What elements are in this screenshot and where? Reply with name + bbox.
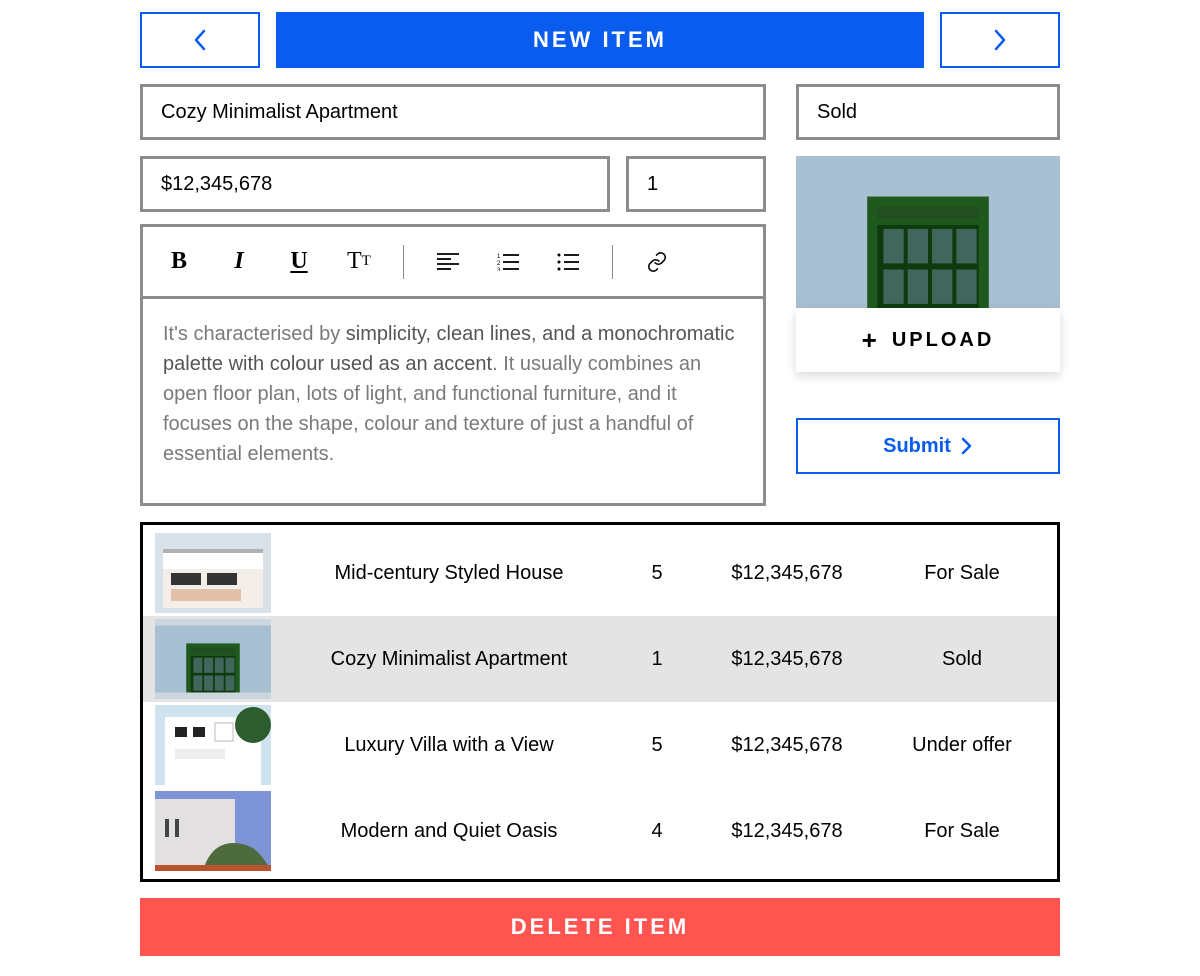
- row-price: $12,345,678: [687, 734, 887, 757]
- row-price: $12,345,678: [687, 648, 887, 671]
- toolbar-divider: [612, 245, 613, 279]
- editor-panel: B I U TT 123: [140, 84, 1060, 506]
- row-name: Mid-century Styled House: [271, 562, 627, 585]
- thumbnail-icon: [155, 619, 271, 699]
- title-field[interactable]: [140, 84, 766, 140]
- row-name: Modern and Quiet Oasis: [271, 820, 627, 843]
- row-name: Luxury Villa with a View: [271, 734, 627, 757]
- row-thumbnail: [155, 705, 271, 785]
- title-input[interactable]: [159, 100, 747, 125]
- thumbnail-icon: [155, 791, 271, 871]
- thumbnail-icon: [155, 705, 271, 785]
- row-status: For Sale: [887, 562, 1037, 585]
- row-name: Cozy Minimalist Apartment: [271, 648, 627, 671]
- top-nav: New Item: [140, 12, 1060, 68]
- chevron-left-icon: [193, 29, 207, 51]
- svg-text:1: 1: [497, 254, 501, 260]
- submit-button[interactable]: Submit: [796, 418, 1060, 474]
- delete-label: Delete Item: [511, 914, 689, 940]
- ordered-list-button[interactable]: 123: [496, 253, 520, 271]
- building-thumbnail-icon: [796, 156, 1060, 308]
- align-button[interactable]: [436, 253, 460, 271]
- table-row[interactable]: Modern and Quiet Oasis 4 $12,345,678 For…: [143, 788, 1057, 874]
- table-row[interactable]: Luxury Villa with a View 5 $12,345,678 U…: [143, 702, 1057, 788]
- upload-label: UPLOAD: [892, 329, 994, 352]
- description-content[interactable]: It's characterised by simplicity, clean …: [143, 299, 763, 503]
- quantity-field[interactable]: [626, 156, 766, 212]
- link-icon: [646, 251, 668, 273]
- items-list: Mid-century Styled House 5 $12,345,678 F…: [140, 522, 1060, 882]
- underline-button[interactable]: U: [287, 248, 311, 275]
- thumbnail-icon: [155, 533, 271, 613]
- description-text-prefix: It's characterised by: [163, 323, 346, 345]
- toolbar-divider: [403, 245, 404, 279]
- chevron-right-icon: [961, 437, 973, 455]
- prev-button[interactable]: [140, 12, 260, 68]
- status-field[interactable]: [796, 84, 1060, 140]
- status-input[interactable]: [815, 100, 1041, 125]
- row-status: Under offer: [887, 734, 1037, 757]
- italic-button[interactable]: I: [227, 248, 251, 275]
- textsize-button[interactable]: TT: [347, 248, 371, 275]
- new-item-label: New Item: [533, 27, 667, 53]
- bullet-list-icon: [557, 253, 579, 271]
- row-thumbnail: [155, 533, 271, 613]
- ordered-list-icon: 123: [497, 253, 519, 271]
- chevron-right-icon: [993, 29, 1007, 51]
- bullet-list-button[interactable]: [556, 253, 580, 271]
- row-price: $12,345,678: [687, 562, 887, 585]
- svg-text:2: 2: [497, 261, 501, 267]
- row-status: Sold: [887, 648, 1037, 671]
- item-image: [796, 156, 1060, 308]
- table-row[interactable]: Cozy Minimalist Apartment 1 $12,345,678 …: [143, 616, 1057, 702]
- price-input[interactable]: [159, 172, 591, 197]
- row-qty: 5: [627, 734, 687, 757]
- link-button[interactable]: [645, 251, 669, 273]
- row-qty: 4: [627, 820, 687, 843]
- row-qty: 5: [627, 562, 687, 585]
- bold-button[interactable]: B: [167, 248, 191, 275]
- row-thumbnail: [155, 791, 271, 871]
- row-status: For Sale: [887, 820, 1037, 843]
- delete-item-button[interactable]: Delete Item: [140, 898, 1060, 956]
- price-field[interactable]: [140, 156, 610, 212]
- row-price: $12,345,678: [687, 820, 887, 843]
- plus-icon: +: [862, 325, 880, 356]
- next-button[interactable]: [940, 12, 1060, 68]
- description-editor: B I U TT 123: [140, 224, 766, 506]
- table-row[interactable]: Mid-century Styled House 5 $12,345,678 F…: [143, 530, 1057, 616]
- quantity-input[interactable]: [645, 172, 747, 197]
- row-qty: 1: [627, 648, 687, 671]
- submit-label: Submit: [883, 435, 951, 458]
- upload-button[interactable]: + UPLOAD: [796, 308, 1060, 372]
- svg-text:3: 3: [497, 268, 501, 271]
- row-thumbnail: [155, 619, 271, 699]
- description-toolbar: B I U TT 123: [143, 227, 763, 299]
- align-left-icon: [437, 253, 459, 271]
- new-item-button[interactable]: New Item: [276, 12, 924, 68]
